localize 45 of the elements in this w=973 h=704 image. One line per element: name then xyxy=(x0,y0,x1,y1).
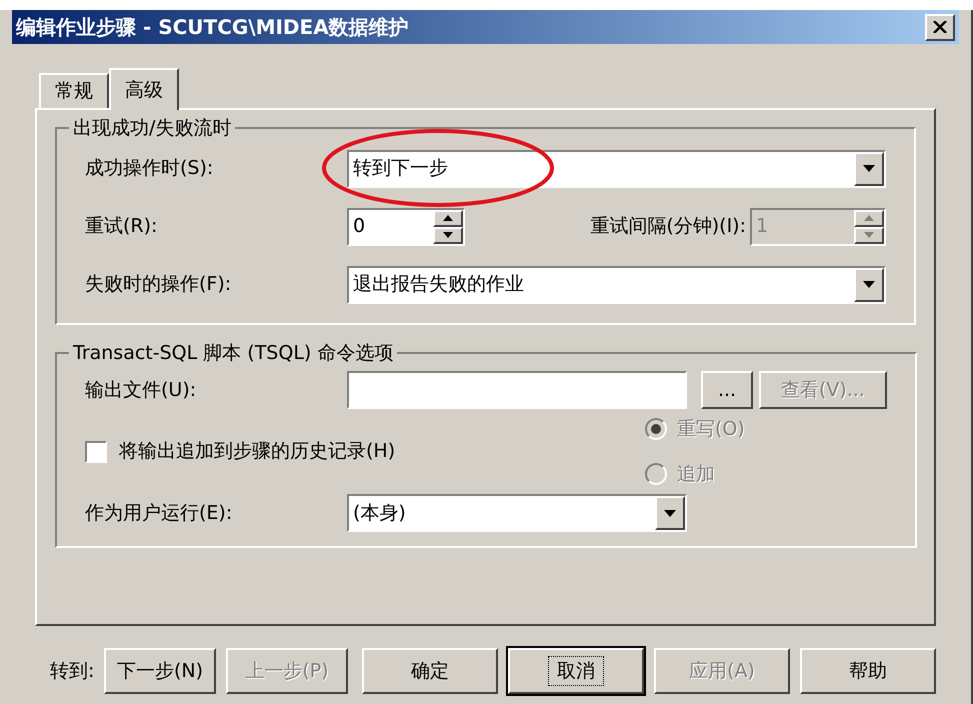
caret-icon xyxy=(863,281,875,288)
spin-field[interactable]: 0 xyxy=(347,208,465,246)
field-label: 输出文件(U): xyxy=(85,378,198,403)
caret-icon xyxy=(664,510,676,516)
up-arrow-icon xyxy=(443,215,453,221)
dropdown-value: 转到下一步 xyxy=(352,156,449,182)
dropdown-value: (本身) xyxy=(352,500,407,526)
group-title: 出现成功/失败流时 xyxy=(72,116,232,141)
goto-label: 转到: xyxy=(50,658,96,684)
dropdown-field[interactable]: 退出报告失败的作业 xyxy=(347,266,886,304)
field-label: 重试间隔(分钟)(I): xyxy=(590,214,746,240)
dropdown-value: 退出报告失败的作业 xyxy=(352,272,525,298)
dialog-button[interactable]: 确定 xyxy=(362,648,498,694)
field-label: 重试(R): xyxy=(85,214,158,240)
output-file-field[interactable] xyxy=(347,371,687,409)
spin-down-button[interactable] xyxy=(433,226,463,244)
dropdown-field[interactable]: 转到下一步 xyxy=(347,150,886,188)
radio-label: 追加 xyxy=(677,462,715,486)
down-arrow-icon xyxy=(443,232,453,238)
spin-value: 0 xyxy=(352,214,366,240)
close-icon xyxy=(933,21,947,33)
close-button[interactable] xyxy=(925,14,955,40)
tab[interactable]: 常规 xyxy=(39,73,109,108)
checkbox-label: 将输出追加到步骤的历史记录(H) xyxy=(119,439,396,464)
dialog-button[interactable]: 取消 xyxy=(508,648,644,694)
down-arrow-icon xyxy=(864,232,874,238)
checkbox[interactable] xyxy=(85,440,107,462)
dialog-button[interactable]: 下一步(N) xyxy=(104,648,216,694)
dropdown-arrow-button[interactable] xyxy=(854,152,884,186)
tab[interactable]: 高级 xyxy=(109,68,179,110)
group-title: Transact-SQL 脚本 (TSQL) 命令选项 xyxy=(72,340,394,366)
up-arrow-icon xyxy=(864,215,874,221)
field-label: 作为用户运行(E): xyxy=(85,500,234,526)
field-label: 失败时的操作(F): xyxy=(85,272,232,298)
dropdown-arrow-button[interactable] xyxy=(655,496,685,530)
radio-label: 重写(O) xyxy=(677,417,745,442)
dropdown-arrow-button[interactable] xyxy=(854,268,884,302)
spin-value: 1 xyxy=(755,214,770,240)
spin-up-button[interactable] xyxy=(433,210,463,226)
field-label: 成功操作时(S): xyxy=(85,156,214,182)
browse-button[interactable]: ... xyxy=(701,371,753,409)
window-title: 编辑作业步骤 - SCUTCG\MIDEA数据维护 xyxy=(16,14,409,41)
caret-icon xyxy=(863,165,875,172)
dialog-button[interactable]: 帮助 xyxy=(800,648,936,694)
dropdown-field[interactable]: (本身) xyxy=(347,494,687,532)
